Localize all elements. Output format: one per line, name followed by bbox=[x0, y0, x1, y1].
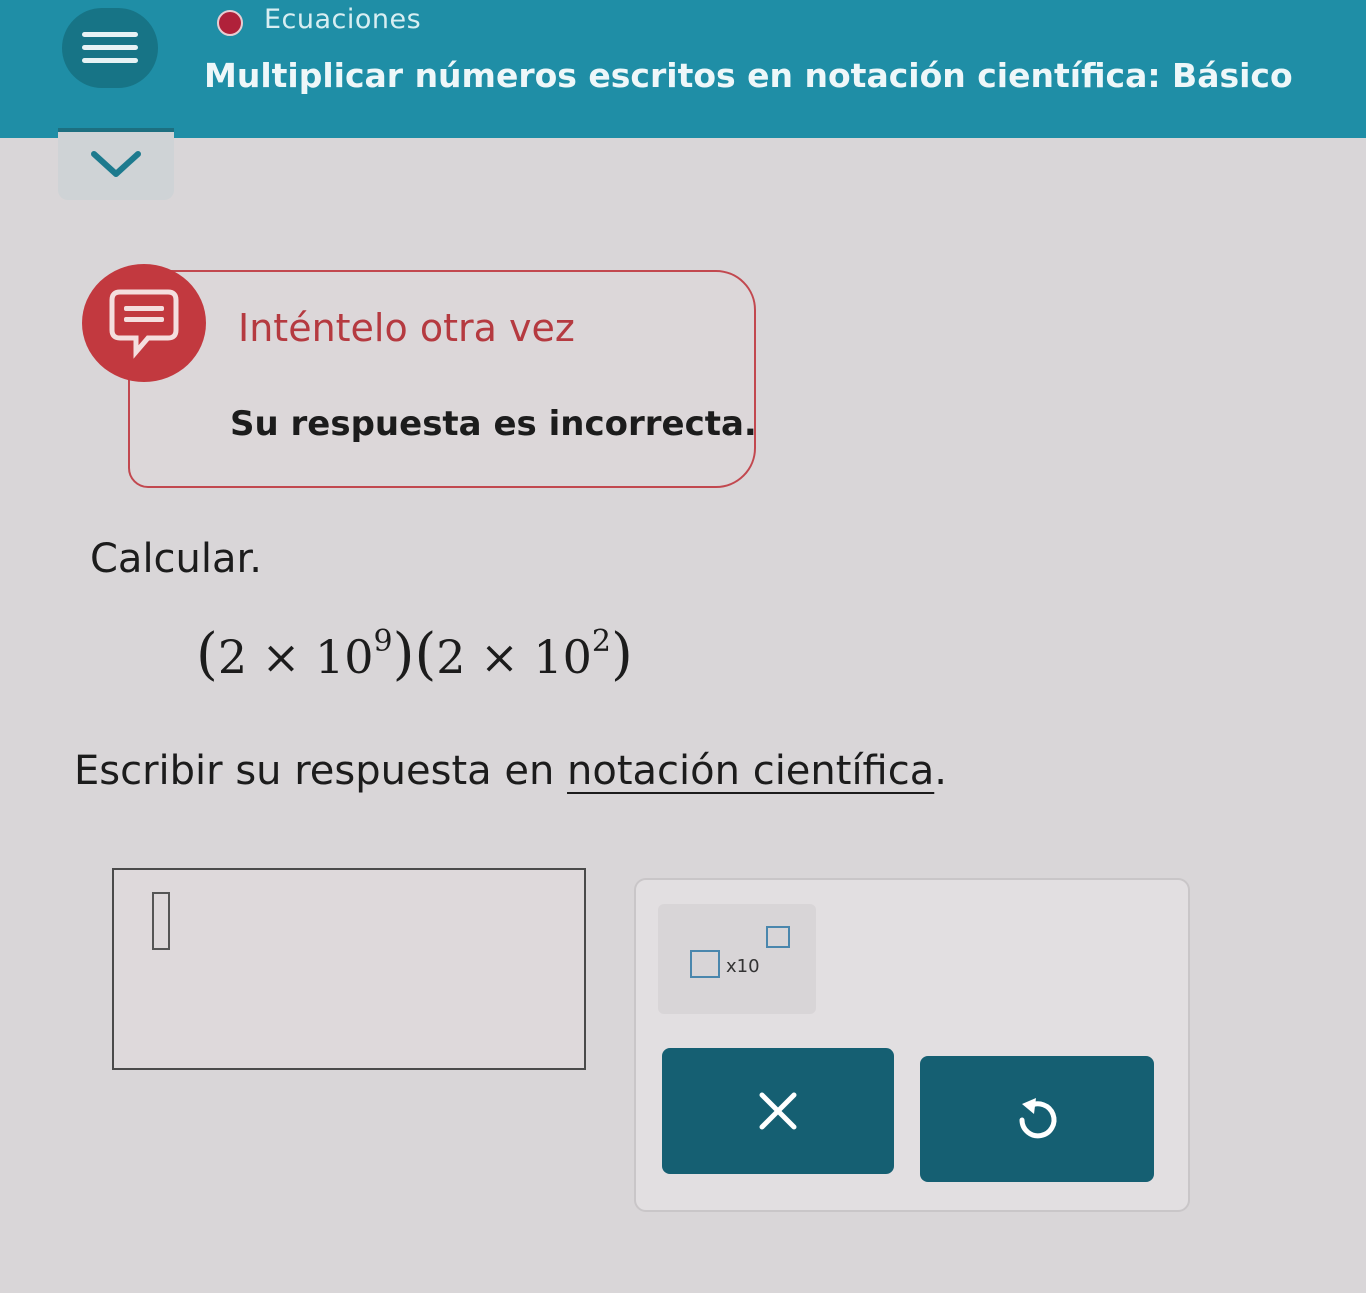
input-cursor-icon bbox=[152, 892, 170, 950]
undo-button[interactable] bbox=[920, 1056, 1154, 1182]
chat-bubble-icon bbox=[109, 289, 179, 359]
menu-icon-bar bbox=[82, 58, 138, 63]
header-bar: Ecuaciones Multiplicar números escritos … bbox=[0, 0, 1366, 138]
menu-icon-bar bbox=[82, 45, 138, 50]
base-placeholder-icon bbox=[690, 950, 720, 978]
topic-label: Ecuaciones bbox=[264, 4, 422, 35]
menu-icon bbox=[82, 32, 138, 37]
menu-button[interactable] bbox=[62, 8, 158, 88]
feedback-panel bbox=[128, 270, 756, 488]
base: 10 bbox=[533, 630, 592, 684]
page-title: Multiplicar números escritos en notación… bbox=[204, 56, 1293, 95]
chevron-down-icon bbox=[91, 151, 141, 177]
open-paren: ( bbox=[414, 622, 437, 687]
answer-prompt: Escribir su respuesta en notación cientí… bbox=[74, 748, 947, 794]
feedback-badge bbox=[82, 264, 206, 382]
clear-button[interactable] bbox=[662, 1048, 894, 1174]
exponent: 9 bbox=[373, 624, 393, 659]
close-paren: ) bbox=[392, 622, 415, 687]
prompt-text: Escribir su respuesta en bbox=[74, 748, 568, 794]
open-paren: ( bbox=[196, 622, 218, 687]
coefficient: 2 bbox=[436, 630, 466, 684]
answer-input[interactable] bbox=[112, 868, 586, 1070]
feedback-message: Su respuesta es incorrecta. bbox=[230, 404, 757, 444]
exponent-placeholder-icon bbox=[766, 926, 790, 948]
base: 10 bbox=[314, 630, 374, 684]
scientific-notation-button[interactable]: x10 bbox=[658, 904, 816, 1014]
topic-dot-icon bbox=[217, 10, 243, 36]
times-sign: × bbox=[261, 630, 301, 684]
x10-label: x10 bbox=[726, 956, 760, 977]
prompt-period: . bbox=[934, 748, 947, 794]
exponent: 2 bbox=[591, 624, 612, 659]
scientific-notation-link[interactable]: notación científica bbox=[567, 748, 934, 794]
instruction-text: Calcular. bbox=[90, 536, 263, 582]
close-paren: ) bbox=[611, 622, 633, 687]
math-expression: (2 × 109)(2 × 102) bbox=[196, 622, 633, 687]
times-sign: × bbox=[480, 630, 519, 684]
close-icon bbox=[759, 1092, 797, 1130]
feedback-title: Inténtelo otra vez bbox=[238, 306, 575, 350]
coefficient: 2 bbox=[217, 630, 248, 684]
collapse-toggle[interactable] bbox=[58, 128, 174, 200]
undo-icon bbox=[1019, 1098, 1057, 1139]
